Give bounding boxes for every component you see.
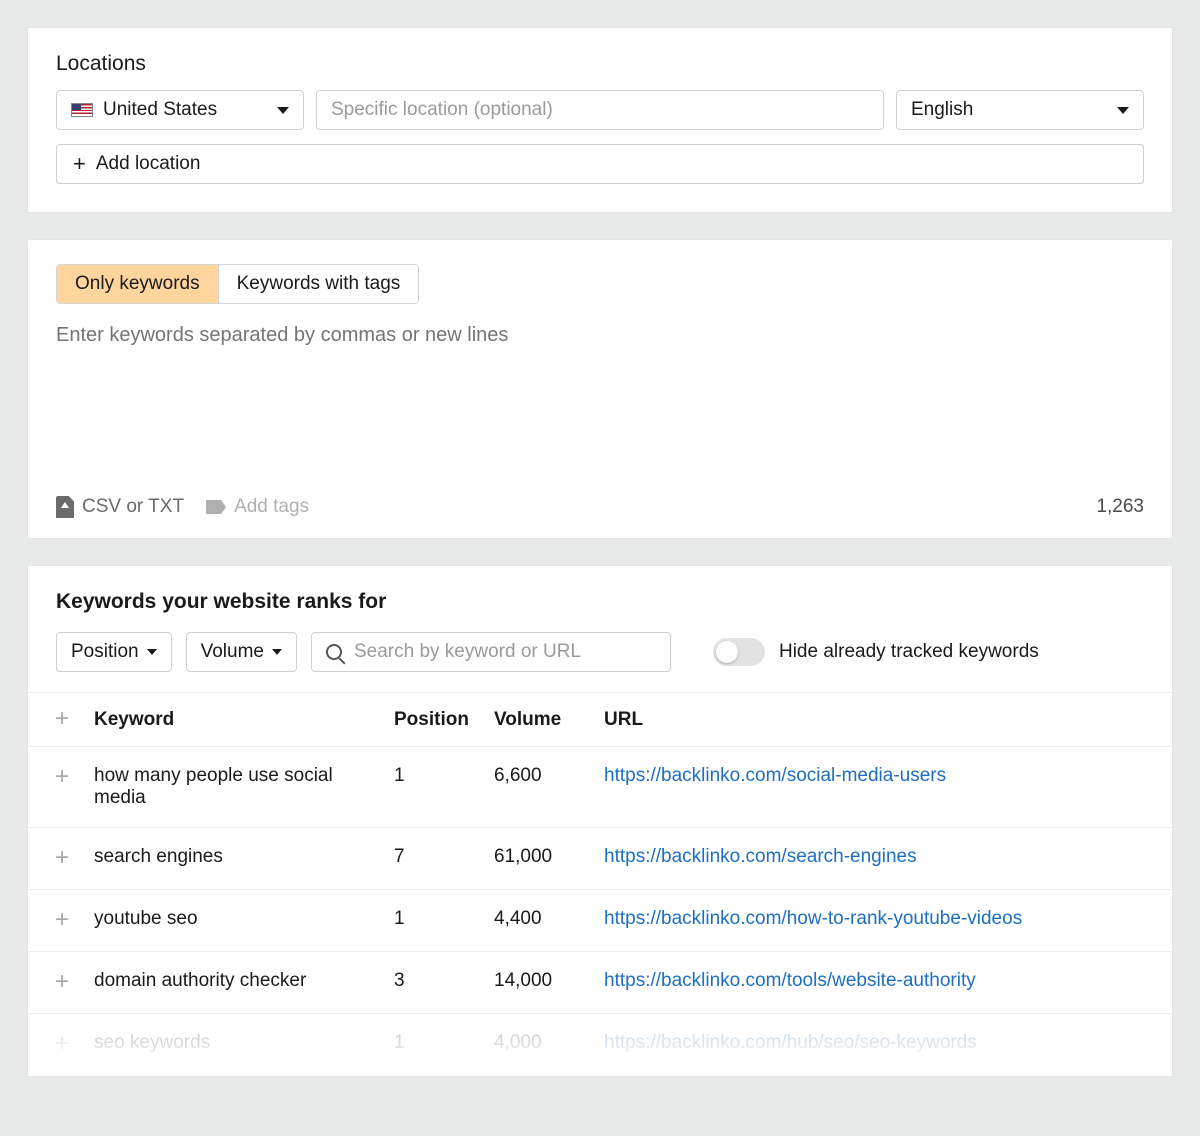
keywords-textarea[interactable] xyxy=(56,324,1144,484)
upload-file-icon xyxy=(56,496,74,518)
result-url-link[interactable]: https://backlinko.com/social-media-users xyxy=(604,765,946,786)
specific-location-placeholder: Specific location (optional) xyxy=(331,99,553,121)
tab-keywords-with-tags[interactable]: Keywords with tags xyxy=(218,265,419,303)
hide-tracked-label: Hide already tracked keywords xyxy=(779,641,1039,663)
add-keyword-icon[interactable]: + xyxy=(55,844,69,871)
result-url-link[interactable]: https://backlinko.com/search-engines xyxy=(604,846,917,867)
chevron-down-icon xyxy=(272,649,282,655)
upload-csv-txt-button[interactable]: CSV or TXT xyxy=(56,496,184,518)
cell-volume: 61,000 xyxy=(484,828,594,890)
cell-volume: 14,000 xyxy=(484,952,594,1014)
add-tags-label: Add tags xyxy=(234,496,309,518)
specific-location-input[interactable]: Specific location (optional) xyxy=(316,90,884,130)
cell-position: 3 xyxy=(384,952,484,1014)
table-row: + domain authority checker314,000 https://… xyxy=(28,952,1172,1014)
keywords-footer: CSV or TXT Add tags 1,263 xyxy=(56,496,1144,518)
rankings-panel: Keywords your website ranks for Position… xyxy=(28,566,1172,1076)
cell-url: https://backlinko.com/search-engines xyxy=(594,828,1172,890)
language-selected-label: English xyxy=(911,99,973,121)
col-volume: Volume xyxy=(484,693,594,747)
search-icon xyxy=(326,644,342,660)
add-keyword-icon[interactable]: + xyxy=(55,968,69,995)
add-keyword-icon[interactable]: + xyxy=(55,906,69,933)
chevron-down-icon xyxy=(277,107,289,114)
add-keyword-icon[interactable]: + xyxy=(55,763,69,790)
add-all-icon[interactable]: + xyxy=(55,705,69,732)
hide-tracked-toggle[interactable] xyxy=(713,638,765,666)
cell-url: https://backlinko.com/tools/website-auth… xyxy=(594,952,1172,1014)
cell-volume: 4,400 xyxy=(484,890,594,952)
cell-url: https://backlinko.com/social-media-users xyxy=(594,747,1172,828)
country-select[interactable]: United States xyxy=(56,90,304,130)
result-url-link[interactable]: https://backlinko.com/how-to-rank-youtub… xyxy=(604,908,1022,929)
col-keyword: Keyword xyxy=(84,693,384,747)
locations-panel: Locations United States Specific locatio… xyxy=(28,28,1172,212)
locations-row: United States Specific location (optiona… xyxy=(56,90,1144,130)
keywords-tabs: Only keywords Keywords with tags xyxy=(56,264,419,304)
upload-label: CSV or TXT xyxy=(82,496,184,518)
cell-position: 1 xyxy=(384,890,484,952)
result-url-link[interactable]: https://backlinko.com/hub/seo/seo-keywor… xyxy=(604,1032,977,1053)
rankings-filters: Position Volume Hide already tracked key… xyxy=(56,632,1144,672)
cell-url: https://backlinko.com/hub/seo/seo-keywor… xyxy=(594,1014,1172,1076)
cell-position: 7 xyxy=(384,828,484,890)
tab-only-keywords[interactable]: Only keywords xyxy=(57,265,218,303)
keywords-entry-panel: Only keywords Keywords with tags CSV or … xyxy=(28,240,1172,538)
volume-filter[interactable]: Volume xyxy=(186,632,297,672)
col-position: Position xyxy=(384,693,484,747)
table-row: + youtube seo14,400 https://backlinko.com/… xyxy=(28,890,1172,952)
table-row: + how many people use social media16,600 h… xyxy=(28,747,1172,828)
cell-keyword: youtube seo xyxy=(84,890,384,952)
country-selected-label: United States xyxy=(103,99,217,121)
position-filter[interactable]: Position xyxy=(56,632,172,672)
chevron-down-icon xyxy=(147,649,157,655)
cell-keyword: search engines xyxy=(84,828,384,890)
add-tags-button[interactable]: Add tags xyxy=(206,496,309,518)
flag-us-icon xyxy=(71,103,93,117)
locations-heading: Locations xyxy=(56,52,1144,76)
cell-volume: 4,000 xyxy=(484,1014,594,1076)
table-row: + search engines761,000 https://backlinko.… xyxy=(28,828,1172,890)
cell-keyword: how many people use social media xyxy=(84,747,384,828)
chevron-down-icon xyxy=(1117,107,1129,114)
result-url-link[interactable]: https://backlinko.com/tools/website-auth… xyxy=(604,970,976,991)
cell-position: 1 xyxy=(384,1014,484,1076)
rankings-table: + Keyword Position Volume URL + how many … xyxy=(28,692,1172,1076)
col-url: URL xyxy=(594,693,1172,747)
cell-volume: 6,600 xyxy=(484,747,594,828)
keyword-search-input[interactable] xyxy=(354,641,656,663)
table-row: + seo keywords14,000 https://backlinko.com… xyxy=(28,1014,1172,1076)
language-select[interactable]: English xyxy=(896,90,1144,130)
rankings-title: Keywords your website ranks for xyxy=(56,590,1144,614)
add-location-button[interactable]: + Add location xyxy=(56,144,1144,184)
cell-position: 1 xyxy=(384,747,484,828)
plus-icon: + xyxy=(73,153,86,175)
add-keyword-icon[interactable]: + xyxy=(55,1030,69,1057)
tag-icon xyxy=(206,500,226,514)
cell-url: https://backlinko.com/how-to-rank-youtub… xyxy=(594,890,1172,952)
keyword-search-wrap xyxy=(311,632,671,672)
keywords-count: 1,263 xyxy=(1096,496,1144,518)
cell-keyword: domain authority checker xyxy=(84,952,384,1014)
add-location-label: Add location xyxy=(96,153,201,175)
cell-keyword: seo keywords xyxy=(84,1014,384,1076)
